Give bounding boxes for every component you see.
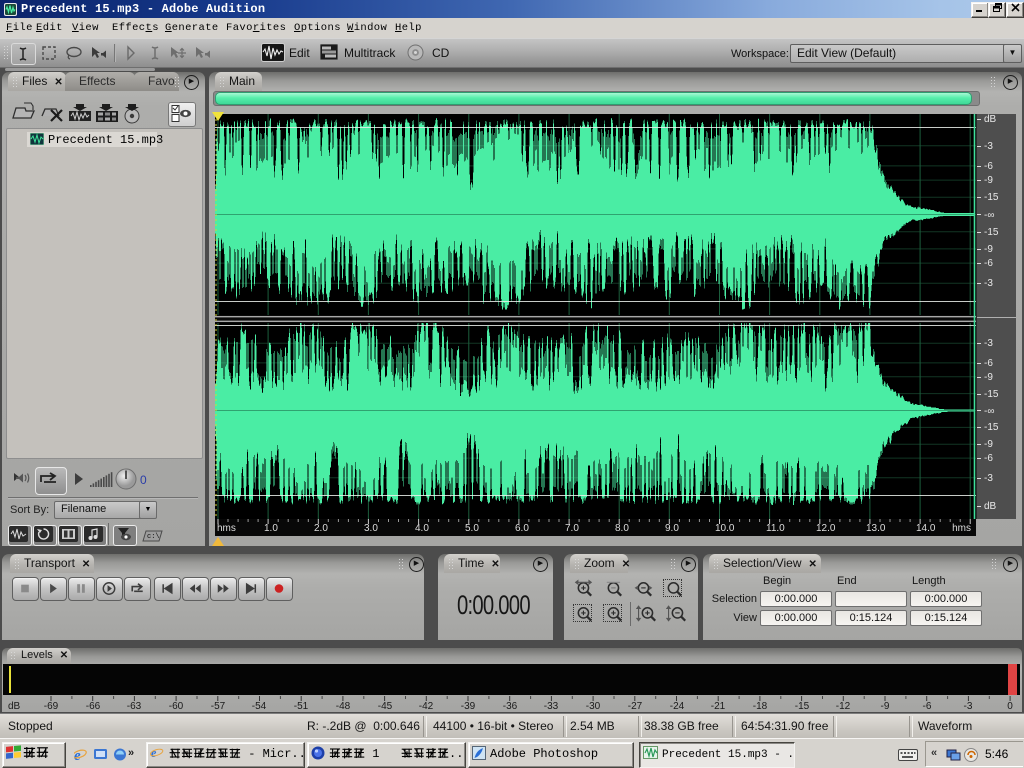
svg-text:-9: -9 [881, 701, 890, 712]
svg-text:-66: -66 [86, 701, 101, 712]
svg-text:-3: -3 [964, 701, 973, 712]
svg-text:-18: -18 [753, 701, 768, 712]
svg-text:0: 0 [1007, 701, 1013, 712]
svg-text:-27: -27 [628, 701, 643, 712]
svg-text:-12: -12 [836, 701, 851, 712]
svg-text:dB: dB [8, 701, 21, 712]
svg-text:-57: -57 [211, 701, 226, 712]
svg-text:-36: -36 [503, 701, 518, 712]
svg-text:c:\: c:\ [147, 533, 160, 541]
svg-text:-30: -30 [586, 701, 601, 712]
svg-text:-45: -45 [378, 701, 393, 712]
svg-text:-63: -63 [127, 701, 142, 712]
svg-text:-15: -15 [795, 701, 810, 712]
svg-text:-24: -24 [670, 701, 685, 712]
svg-text:-60: -60 [169, 701, 184, 712]
svg-text:-69: -69 [44, 701, 59, 712]
svg-text:-21: -21 [711, 701, 726, 712]
svg-text:-48: -48 [336, 701, 351, 712]
svg-text:-54: -54 [252, 701, 267, 712]
svg-text:e: e [151, 746, 157, 760]
svg-text:-42: -42 [419, 701, 434, 712]
svg-text:-51: -51 [294, 701, 309, 712]
svg-text:-6: -6 [923, 701, 932, 712]
svg-text:0: 0 [140, 473, 147, 487]
svg-text:-39: -39 [461, 701, 476, 712]
svg-text:-33: -33 [544, 701, 559, 712]
